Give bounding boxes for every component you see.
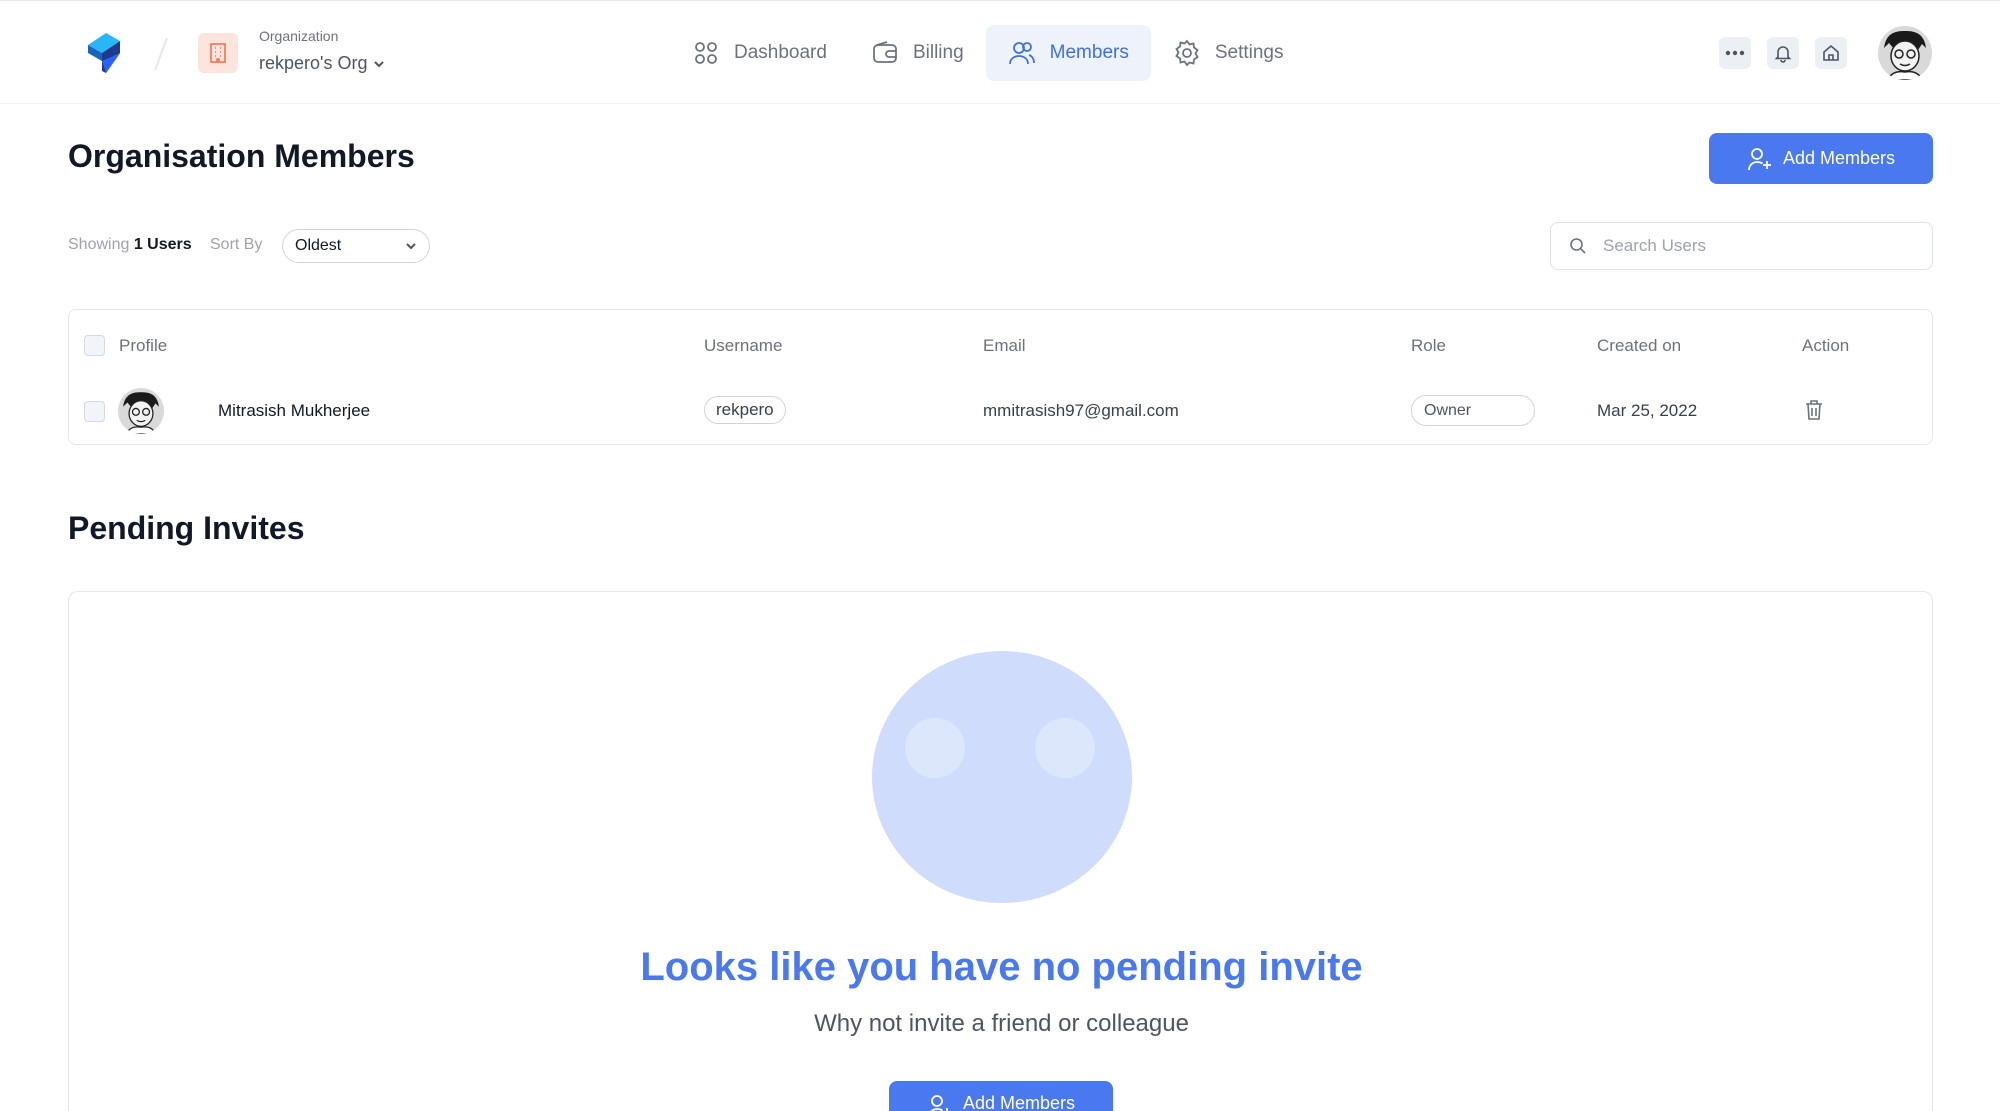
created-on-date: Mar 25, 2022: [1597, 401, 1698, 420]
row-checkbox[interactable]: [84, 401, 105, 422]
home-icon: [1823, 44, 1839, 61]
chevron-down-icon: [374, 60, 385, 67]
member-name: Mitrasish Mukherjee: [218, 401, 371, 420]
showing-prefix: Showing: [68, 236, 130, 253]
org-label: Organization: [259, 28, 339, 44]
nav-dashboard[interactable]: Dashboard: [670, 25, 849, 81]
sort-by-label: Sort By: [210, 236, 263, 253]
grid-icon: [695, 42, 717, 64]
nav-members[interactable]: Members: [985, 25, 1151, 81]
column-header-created-on: Created on: [1597, 336, 1682, 355]
user-plus-icon: [1748, 147, 1771, 170]
building-icon: [198, 33, 238, 73]
column-header-role: Role: [1411, 336, 1446, 355]
add-members-button[interactable]: Add Members: [1709, 133, 1933, 184]
column-header-username: Username: [704, 336, 783, 355]
select-all-checkbox[interactable]: [84, 335, 105, 356]
pending-invites-title: Pending Invites: [68, 510, 305, 546]
nav-settings[interactable]: Settings: [1151, 25, 1306, 81]
search-icon: [1570, 238, 1586, 254]
empty-state-add-members-label: Add Members: [962, 1093, 1076, 1111]
user-avatar[interactable]: [1878, 26, 1932, 80]
empty-state-title: Looks like you have no pending invite: [640, 945, 1363, 989]
empty-state-subtitle: Why not invite a friend or colleague: [814, 1010, 1189, 1037]
search-users: [1550, 222, 1933, 270]
user-plus-icon: [930, 1095, 948, 1111]
more-button[interactable]: [1719, 37, 1751, 69]
bell-icon: [1774, 46, 1792, 63]
trash-icon: [1806, 400, 1822, 420]
username-badge: rekpero: [704, 396, 786, 424]
nav-billing-label: Billing: [912, 42, 964, 63]
nav-billing[interactable]: Billing: [849, 25, 986, 81]
column-header-profile: Profile: [119, 336, 168, 355]
role-badge: Owner: [1411, 395, 1535, 426]
app-logo-icon[interactable]: [84, 31, 124, 75]
nav-members-label: Members: [1049, 42, 1129, 63]
org-name: rekpero's Org: [259, 53, 368, 73]
sort-select[interactable]: Oldest: [282, 229, 430, 263]
column-header-action: Action: [1802, 336, 1850, 355]
breadcrumb-divider: [154, 37, 168, 71]
empty-state-add-members-button[interactable]: Add Members: [889, 1081, 1113, 1111]
main-nav: Dashboard Billing Members Settings: [670, 25, 1306, 81]
members-table: Profile Username Email Role Created on A…: [68, 309, 1933, 445]
page-title: Organisation Members: [68, 138, 415, 174]
column-header-email: Email: [983, 336, 1026, 355]
empty-face-illustration-icon: [872, 651, 1132, 903]
pending-invites-empty-state: Looks like you have no pending invite Wh…: [68, 591, 1933, 1111]
notifications-button[interactable]: [1767, 37, 1799, 69]
home-button[interactable]: [1815, 37, 1847, 69]
nav-dashboard-label: Dashboard: [734, 42, 827, 63]
showing-count-value: 1 Users: [133, 236, 192, 253]
more-dots-icon: [1725, 50, 1745, 56]
users-icon: [1008, 42, 1035, 65]
nav-settings-label: Settings: [1214, 42, 1284, 63]
member-avatar: [118, 388, 164, 434]
org-switcher[interactable]: rekpero's Org: [259, 53, 385, 74]
top-navigation-bar: Organization rekpero's Org Dashboard Bil…: [0, 0, 2000, 104]
chevron-down-icon: [406, 243, 416, 250]
member-email: mmitrasish97@gmail.com: [983, 401, 1179, 420]
sort-select-value: Oldest: [295, 237, 342, 254]
gear-icon: [1175, 39, 1199, 67]
wallet-icon: [873, 41, 897, 63]
delete-member-button[interactable]: [1802, 398, 1826, 422]
showing-count: Showing 1 Users: [68, 236, 192, 254]
search-input[interactable]: [1603, 236, 1903, 256]
add-members-label: Add Members: [1782, 148, 1896, 168]
